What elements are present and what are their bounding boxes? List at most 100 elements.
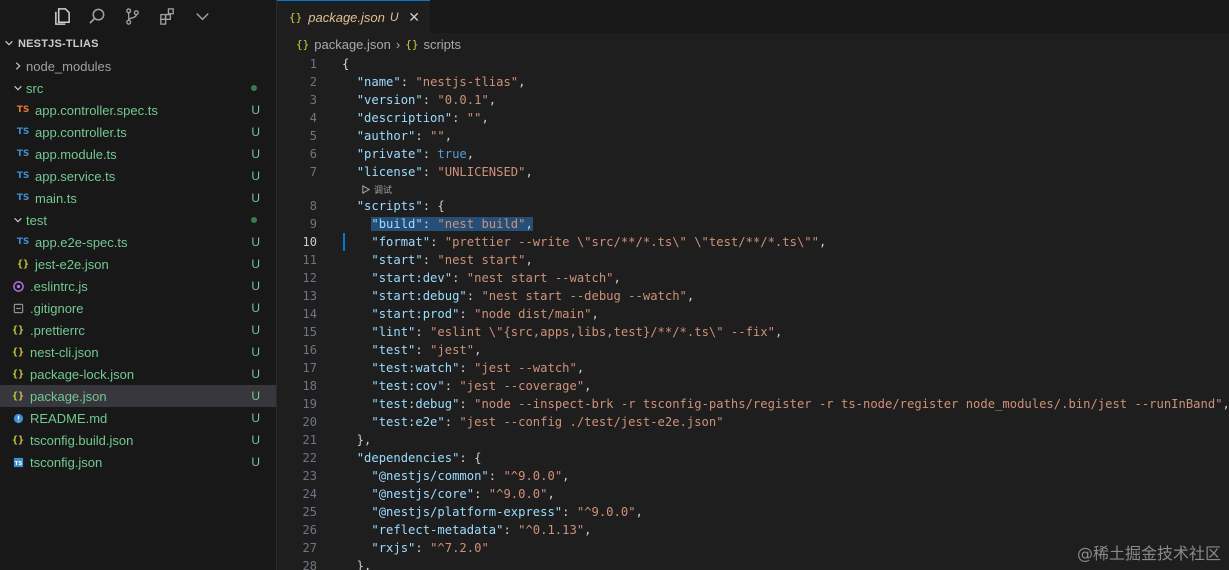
code-token: "start:dev": [371, 271, 453, 285]
code-text: "rxjs": "^7.2.0": [342, 541, 488, 555]
line-number: 1: [309, 57, 317, 71]
code-token: "@nestjs/platform-express": [371, 505, 563, 519]
line-number: 21: [302, 433, 317, 447]
folder-item[interactable]: src: [0, 77, 276, 99]
code-token: : {: [422, 199, 445, 213]
code-token: },: [342, 433, 372, 447]
files-icon[interactable]: [53, 7, 72, 26]
code-token: "test:watch": [371, 361, 460, 375]
file-item[interactable]: README.md U: [0, 407, 276, 429]
line-number: 13: [302, 289, 317, 303]
file-item[interactable]: TS app.module.ts U: [0, 143, 276, 165]
code-line: 9 "build": "nest build",: [277, 215, 1229, 233]
file-item[interactable]: TS main.ts U: [0, 187, 276, 209]
breadcrumb-item[interactable]: scripts: [423, 37, 461, 52]
code-line: 21 },: [277, 431, 1229, 449]
git-status-badge: U: [251, 169, 260, 183]
file-item[interactable]: TS app.controller.ts U: [0, 121, 276, 143]
git-status-badge: U: [251, 279, 260, 293]
code-text: "test:debug": "node --inspect-brk -r tsc…: [342, 397, 1229, 411]
code-token: "^9.0.0": [503, 469, 563, 483]
code-text: "test:watch": "jest --watch",: [342, 361, 584, 375]
code-text: "license": "UNLICENSED",: [342, 165, 533, 179]
code-token: :: [459, 361, 475, 375]
project-header[interactable]: NESTJS-TLIAS: [0, 33, 276, 55]
code-token: ,: [584, 523, 592, 537]
code-token: :: [415, 129, 431, 143]
tree-item-label: jest-e2e.json: [35, 256, 109, 272]
code-line: 22 "dependencies": {: [277, 449, 1229, 467]
code-line: 10 "format": "prettier --write \"src/**/…: [277, 233, 1229, 251]
code-token: ,: [547, 487, 555, 501]
file-item[interactable]: TS tsconfig.json U: [0, 451, 276, 473]
code-token: ,: [525, 165, 533, 179]
cursor-line-marker: [343, 233, 345, 251]
folder-item[interactable]: node_modules: [0, 55, 276, 77]
line-number: 15: [302, 325, 317, 339]
tree-item-label: .eslintrc.js: [30, 278, 88, 294]
code-token: "jest --watch": [474, 361, 577, 375]
code-line: 2 "name": "nestjs-tlias",: [277, 73, 1229, 91]
tree-item-label: README.md: [30, 410, 108, 426]
breadcrumb: {} package.json › {} scripts: [277, 33, 1229, 55]
code-token: : {: [459, 451, 482, 465]
file-item[interactable]: {} nest-cli.json U: [0, 341, 276, 363]
source-control-icon[interactable]: [123, 7, 142, 26]
code-editor[interactable]: 1{2 "name": "nestjs-tlias", 3 "version": …: [277, 55, 1229, 570]
debug-codelens[interactable]: 调试: [361, 183, 392, 196]
close-icon[interactable]: ✕: [408, 9, 420, 26]
code-line: 17 "test:watch": "jest --watch",: [277, 359, 1229, 377]
codelens-label: 调试: [374, 184, 393, 195]
line-number: 23: [302, 469, 317, 483]
svg-text:TS: TS: [14, 461, 22, 467]
tree-item-label: tsconfig.build.json: [30, 432, 134, 448]
code-token: :: [452, 271, 467, 285]
code-line: 13 "start:debug": "nest start --debug --…: [277, 287, 1229, 305]
code-text: "start:prod": "node dist/main",: [342, 307, 599, 321]
search-icon[interactable]: [88, 7, 107, 26]
code-text: "version": "0.0.1",: [342, 93, 496, 107]
file-item[interactable]: {} .prettierrc U: [0, 319, 276, 341]
folder-item[interactable]: test: [0, 209, 276, 231]
code-line: 14 "start:prod": "node dist/main",: [277, 305, 1229, 323]
file-item[interactable]: {} tsconfig.build.json U: [0, 429, 276, 451]
code-line: 15 "lint": "eslint \"{src,apps,libs,test…: [277, 323, 1229, 341]
file-item[interactable]: {} jest-e2e.json U: [0, 253, 276, 275]
file-item[interactable]: TS app.service.ts U: [0, 165, 276, 187]
tree-item-label: nest-cli.json: [30, 344, 99, 360]
file-item[interactable]: .gitignore U: [0, 297, 276, 319]
git-status-badge: U: [251, 433, 260, 447]
code-token: "start:debug": [371, 289, 467, 303]
watermark: @稀土掘金技术社区: [1076, 544, 1221, 563]
code-token: ,: [613, 271, 621, 285]
tree-item-label: app.controller.spec.ts: [35, 102, 158, 118]
git-status-badge: U: [251, 191, 260, 205]
line-number: 26: [302, 523, 317, 537]
code-token: :: [466, 289, 482, 303]
code-token: :: [430, 235, 445, 249]
code-text: "@nestjs/platform-express": "^9.0.0",: [342, 505, 643, 519]
breadcrumb-file[interactable]: package.json: [314, 37, 391, 52]
chevron-down-icon: [4, 38, 18, 51]
file-item[interactable]: {} package-lock.json U: [0, 363, 276, 385]
code-token: "reflect-metadata": [371, 523, 504, 537]
chevron-down-icon[interactable]: [193, 7, 212, 26]
extensions-icon[interactable]: [158, 7, 177, 26]
code-token: ,: [518, 75, 526, 89]
code-line: 6 "private": true,: [277, 145, 1229, 163]
code-token: "nest start --watch": [466, 271, 614, 285]
code-line: 26 "reflect-metadata": "^0.1.13",: [277, 521, 1229, 539]
code-token: "license": [356, 165, 423, 179]
file-item[interactable]: {} package.json U: [0, 385, 276, 407]
file-item[interactable]: .eslintrc.js U: [0, 275, 276, 297]
file-item[interactable]: TS app.controller.spec.ts U: [0, 99, 276, 121]
code-token: "test": [371, 343, 416, 357]
file-item[interactable]: TS app.e2e-spec.ts U: [0, 231, 276, 253]
json-file-icon: {}: [296, 37, 310, 51]
tab-package-json[interactable]: {} package.json U ✕: [277, 0, 430, 33]
